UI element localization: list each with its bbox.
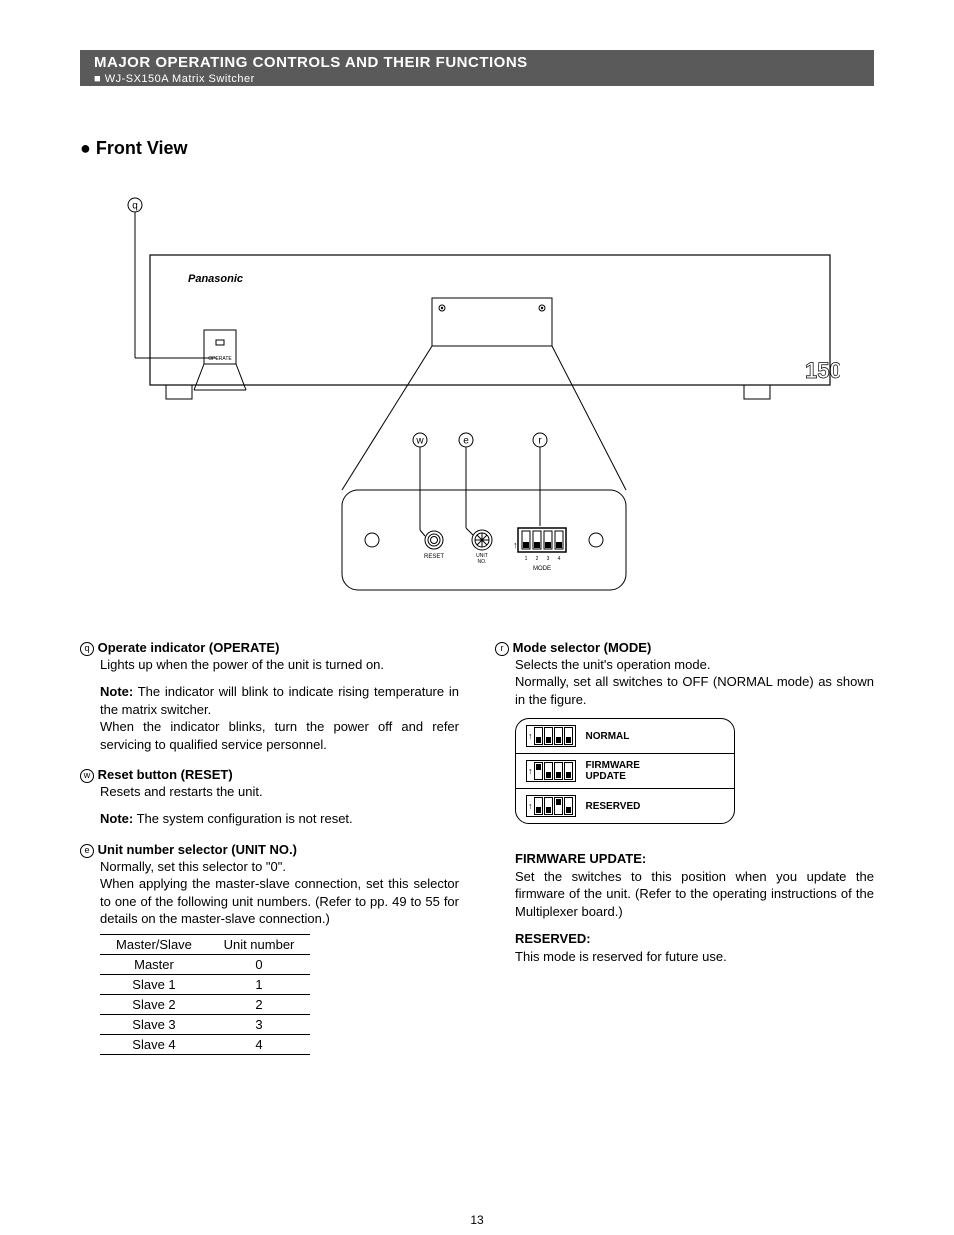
callout-e: e bbox=[463, 436, 469, 447]
dip-detail: 1 2 3 4 bbox=[522, 531, 563, 562]
device-front-diagram: q Panasonic OPERATE 150 RESET UNIT NO. ↑… bbox=[110, 190, 840, 610]
item-e: e Unit number selector (UNIT NO.) Normal… bbox=[80, 842, 459, 1055]
item-r-head: Mode selector (MODE) bbox=[513, 640, 652, 655]
svg-text:OPERATE: OPERATE bbox=[208, 356, 232, 362]
item-w: w Reset button (RESET) Resets and restar… bbox=[80, 767, 459, 828]
item-q-head: Operate indicator (OPERATE) bbox=[98, 640, 280, 655]
table-row: Slave 22 bbox=[100, 994, 310, 1014]
item-r: r Mode selector (MODE) Selects the unit'… bbox=[495, 640, 874, 965]
item-w-head: Reset button (RESET) bbox=[98, 767, 233, 782]
right-column: r Mode selector (MODE) Selects the unit'… bbox=[495, 640, 874, 1069]
sub-reserved-label: RESERVED: bbox=[515, 931, 591, 946]
header-subtitle: ■ WJ-SX150A Matrix Switcher bbox=[94, 73, 874, 85]
sub-firmware-text: Set the switches to this position when y… bbox=[515, 869, 874, 919]
item-q-note-label: Note: bbox=[100, 684, 133, 699]
dip-firmware: ↑ bbox=[526, 760, 576, 782]
callout-r: r bbox=[538, 436, 542, 447]
svg-text:4: 4 bbox=[558, 556, 561, 562]
sub-reserved-text: This mode is reserved for future use. bbox=[515, 949, 727, 964]
callout-q: q bbox=[132, 201, 138, 212]
item-e-head: Unit number selector (UNIT NO.) bbox=[98, 842, 297, 857]
table-row: Master0 bbox=[100, 954, 310, 974]
item-e-body1: Normally, set this selector to "0". bbox=[100, 858, 459, 876]
sub-firmware-label: FIRMWARE UPDATE: bbox=[515, 851, 646, 866]
reset-label: RESET bbox=[424, 554, 444, 560]
mode-label-firmware: FIRMWARE UPDATE bbox=[586, 760, 640, 782]
mode-row-normal: ↑ NORMAL bbox=[516, 719, 734, 754]
circ-r: r bbox=[495, 642, 509, 656]
table-row: Slave 11 bbox=[100, 974, 310, 994]
sub-firmware: FIRMWARE UPDATE: Set the switches to thi… bbox=[515, 850, 874, 920]
table-row: Slave 44 bbox=[100, 1034, 310, 1054]
left-column: q Operate indicator (OPERATE) Lights up … bbox=[80, 640, 459, 1069]
description-columns: q Operate indicator (OPERATE) Lights up … bbox=[80, 640, 874, 1069]
sub-reserved: RESERVED: This mode is reserved for futu… bbox=[515, 930, 874, 965]
item-r-body1: Selects the unit's operation mode. bbox=[515, 656, 874, 674]
svg-text:↑: ↑ bbox=[513, 540, 518, 550]
svg-text:1: 1 bbox=[525, 556, 528, 562]
mode-label-normal: NORMAL bbox=[586, 731, 630, 742]
svg-text:3: 3 bbox=[547, 556, 550, 562]
item-r-body2: Normally, set all switches to OFF (NORMA… bbox=[515, 673, 874, 708]
circ-e: e bbox=[80, 844, 94, 858]
mode-row-firmware: ↑ FIRMWARE UPDATE bbox=[516, 754, 734, 789]
brand-label: Panasonic bbox=[188, 273, 243, 285]
header-title: MAJOR OPERATING CONTROLS AND THEIR FUNCT… bbox=[94, 54, 528, 71]
svg-text:2: 2 bbox=[536, 556, 539, 562]
circ-w: w bbox=[80, 769, 94, 783]
page-number: 13 bbox=[470, 1213, 483, 1227]
dip-reserved: ↑ bbox=[526, 795, 576, 817]
item-w-body1: Resets and restarts the unit. bbox=[100, 783, 459, 801]
mode-label-reserved: RESERVED bbox=[586, 801, 641, 812]
master-slave-table: Master/SlaveUnit number Master0 Slave 11… bbox=[100, 934, 310, 1055]
item-e-body2: When applying the master-slave connectio… bbox=[100, 875, 459, 928]
svg-text:NO.: NO. bbox=[478, 559, 487, 565]
page-header-bar: MAJOR OPERATING CONTROLS AND THEIR FUNCT… bbox=[80, 50, 874, 86]
item-q-body1: Lights up when the power of the unit is … bbox=[100, 656, 459, 674]
item-w-note: The system configuration is not reset. bbox=[137, 811, 353, 826]
section-heading: ● Front View bbox=[80, 138, 188, 159]
mode-table: ↑ NORMAL ↑ FIRMWARE UPDATE bbox=[515, 718, 735, 824]
callout-w: w bbox=[415, 436, 424, 447]
item-q-body2: When the indicator blinks, turn the powe… bbox=[100, 718, 459, 753]
model-badge: 150 bbox=[805, 358, 840, 383]
ms-th2: Unit number bbox=[208, 934, 310, 954]
dip-normal: ↑ bbox=[526, 725, 576, 747]
ms-th1: Master/Slave bbox=[100, 934, 208, 954]
item-w-note-label: Note: bbox=[100, 811, 133, 826]
circ-q: q bbox=[80, 642, 94, 656]
mode-label: MODE bbox=[533, 566, 551, 572]
item-q: q Operate indicator (OPERATE) Lights up … bbox=[80, 640, 459, 753]
item-q-note: The indicator will blink to indicate ris… bbox=[100, 684, 459, 717]
mode-row-reserved: ↑ RESERVED bbox=[516, 789, 734, 823]
table-row: Slave 33 bbox=[100, 1014, 310, 1034]
